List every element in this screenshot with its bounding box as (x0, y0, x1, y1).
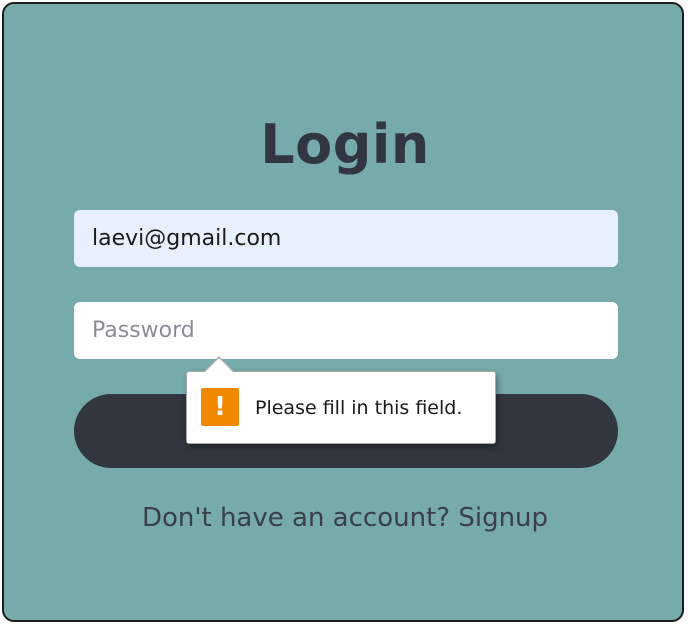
email-input[interactable] (74, 210, 618, 267)
validation-tooltip: ! Please fill in this field. (186, 371, 496, 444)
warning-icon: ! (201, 388, 239, 426)
signup-prompt: Don't have an account? Signup (4, 498, 686, 538)
password-input[interactable] (74, 302, 618, 359)
signup-link[interactable]: Signup (458, 503, 548, 533)
tooltip-message: Please fill in this field. (255, 397, 463, 419)
signup-prompt-text: Don't have an account? (141, 503, 459, 533)
login-card: Login Don't have an account? Signup (2, 2, 684, 622)
page-title: Login (260, 113, 430, 176)
tooltip-arrow (204, 358, 234, 373)
